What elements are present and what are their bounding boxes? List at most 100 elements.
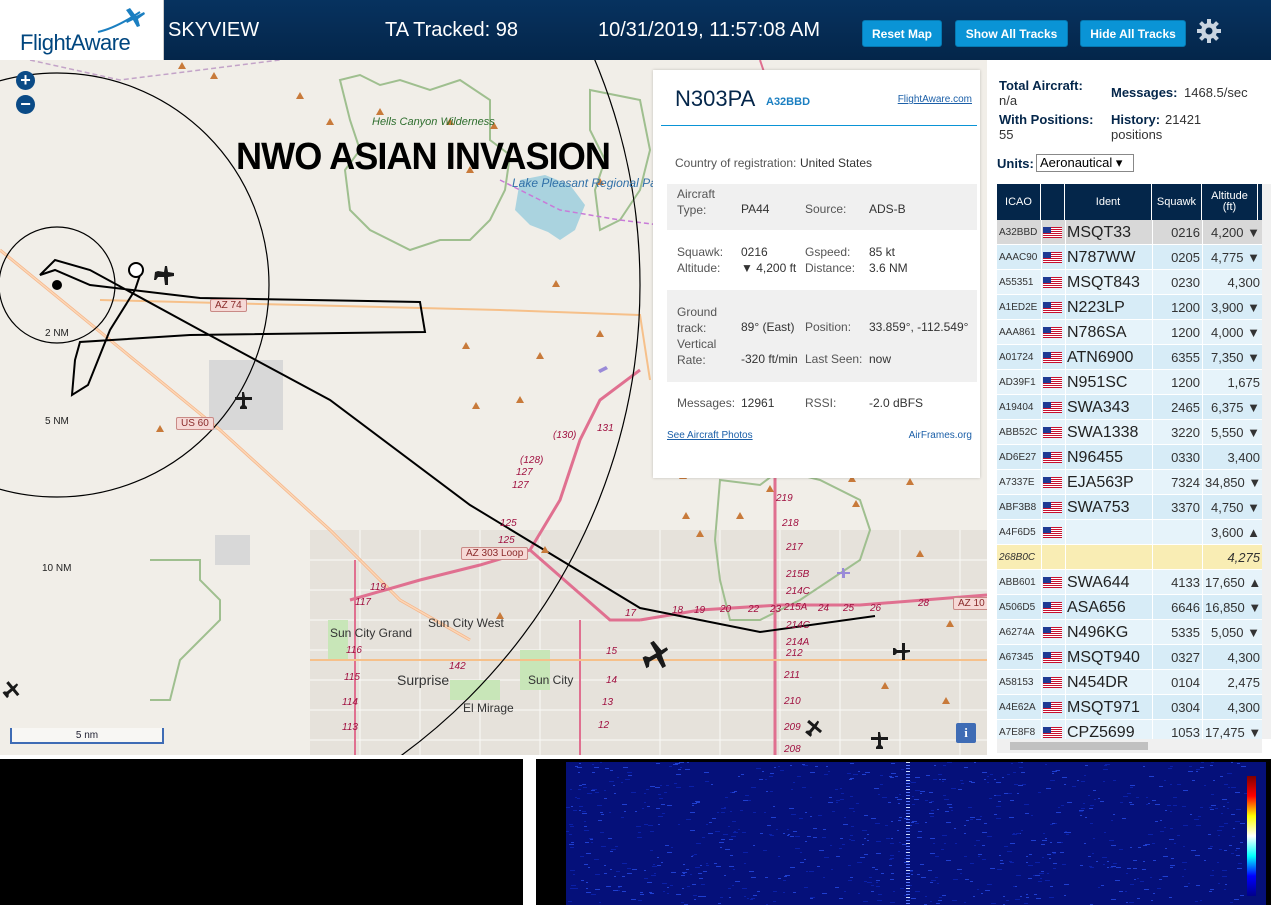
table-row[interactable]: AAAC90 N787WW 0205 4,775 ▼ xyxy=(997,245,1262,270)
reset-map-button[interactable]: Reset Map xyxy=(862,20,942,47)
zoom-out-button[interactable]: − xyxy=(16,95,35,114)
waterfall-noise xyxy=(745,795,749,796)
table-row[interactable]: A7337E EJA563P 7324 34,850 ▼ xyxy=(997,470,1262,495)
waterfall-noise xyxy=(996,818,1001,819)
map-info-button[interactable]: i xyxy=(956,723,976,743)
zoom-in-button[interactable]: + xyxy=(16,71,35,90)
row-altitude: 5,550 ▼ xyxy=(1210,425,1260,440)
show-all-tracks-button[interactable]: Show All Tracks xyxy=(955,20,1068,47)
waterfall-noise xyxy=(663,891,665,892)
waterfall-noise xyxy=(891,773,896,774)
row-altitude: 34,850 ▼ xyxy=(1205,475,1262,490)
col-flag[interactable] xyxy=(1041,184,1065,220)
waterfall-noise xyxy=(1149,776,1154,777)
waterfall-noise xyxy=(1103,769,1106,770)
table-row[interactable]: ABB601 SWA644 4133 17,650 ▲ xyxy=(997,570,1262,595)
table-row[interactable]: 268B0C 4,275 xyxy=(997,545,1262,570)
waterfall-noise xyxy=(744,896,746,897)
col-icao[interactable]: ICAO xyxy=(997,184,1041,220)
waterfall-noise xyxy=(1157,888,1161,889)
table-row[interactable]: A6274A N496KG 5335 5,050 ▼ xyxy=(997,620,1262,645)
waterfall-noise xyxy=(829,797,832,798)
vertical-scrollbar[interactable] xyxy=(1262,184,1271,739)
waterfall-noise xyxy=(871,885,874,886)
waterfall-noise xyxy=(578,772,580,773)
waterfall-noise xyxy=(920,864,924,865)
table-row[interactable]: ABF3B8 SWA753 3370 4,750 ▼ xyxy=(997,495,1262,520)
road-number: 13 xyxy=(602,697,614,708)
col-ident[interactable]: Ident xyxy=(1065,184,1152,220)
us-flag-icon xyxy=(1043,352,1062,363)
flightaware-logo[interactable]: FlightAware xyxy=(0,0,164,60)
waterfall-noise xyxy=(800,862,804,863)
road-number: 214A xyxy=(786,637,810,648)
table-row[interactable]: A58153 N454DR 0104 2,475 xyxy=(997,670,1262,695)
waterfall-noise xyxy=(1143,861,1145,862)
waterfall-noise xyxy=(676,774,681,775)
table-row[interactable]: A32BBD MSQT33 0216 4,200 ▼ xyxy=(997,220,1262,245)
waterfall-noise xyxy=(1188,883,1190,884)
waterfall-noise xyxy=(915,823,919,824)
table-row[interactable]: A19404 SWA343 2465 6,375 ▼ xyxy=(997,395,1262,420)
hide-all-tracks-button[interactable]: Hide All Tracks xyxy=(1080,20,1186,47)
waterfall-noise xyxy=(984,779,986,780)
waterfall-noise xyxy=(783,833,785,834)
column-separator xyxy=(1152,220,1153,245)
table-row[interactable]: A1ED2E N223LP 1200 3,900 ▼ xyxy=(997,295,1262,320)
column-separator xyxy=(1202,720,1203,739)
row-altitude: 4,300 xyxy=(1227,650,1260,665)
waterfall-noise xyxy=(1211,762,1214,763)
map-view[interactable]: + − NWO ASIAN INVASION 2 NM 5 NM 10 NM H… xyxy=(0,60,987,755)
flightaware-link[interactable]: FlightAware.com xyxy=(898,94,972,105)
row-altitude: 3,400 xyxy=(1227,450,1260,465)
table-row[interactable]: A55351 MSQT843 0230 4,300 xyxy=(997,270,1262,295)
table-row[interactable]: AAA861 N786SA 1200 4,000 ▼ xyxy=(997,320,1262,345)
waterfall-noise xyxy=(609,781,614,782)
messages-value: 12961 xyxy=(741,396,775,410)
table-row[interactable]: A7E8F8 CPZ5699 1053 17,475 ▼ xyxy=(997,720,1262,739)
waterfall-noise xyxy=(805,812,807,813)
table-row[interactable]: A506D5 ASA656 6646 16,850 ▼ xyxy=(997,595,1262,620)
waterfall-noise xyxy=(942,779,946,780)
waterfall-signal xyxy=(906,888,910,889)
table-row[interactable]: AD6E27 N96455 0330 3,400 xyxy=(997,445,1262,470)
table-row[interactable]: A4E62A MSQT971 0304 4,300 xyxy=(997,695,1262,720)
column-separator xyxy=(1202,620,1203,645)
aircraft-photos-link[interactable]: See Aircraft Photos xyxy=(667,430,753,441)
horizontal-scrollbar[interactable] xyxy=(997,739,1262,753)
waterfall-noise xyxy=(1164,827,1166,828)
table-row[interactable]: AD39F1 N951SC 1200 1,675 xyxy=(997,370,1262,395)
waterfall-noise xyxy=(773,901,776,902)
scrollbar-thumb[interactable] xyxy=(1010,742,1148,750)
waterfall-noise xyxy=(862,830,867,831)
table-row[interactable]: A01724 ATN6900 6355 7,350 ▼ xyxy=(997,345,1262,370)
waterfall-noise xyxy=(1215,808,1218,809)
waterfall-noise xyxy=(1174,843,1176,844)
waterfall-noise xyxy=(947,804,952,805)
col-squawk[interactable]: Squawk xyxy=(1152,184,1202,220)
waterfall-noise xyxy=(1096,861,1098,862)
messages-label: Messages: xyxy=(677,396,736,410)
road-number: 26 xyxy=(870,603,882,614)
waterfall-noise xyxy=(733,836,736,837)
col-altitude[interactable]: Altitude (ft) xyxy=(1202,184,1258,220)
row-altitude: 4,000 ▼ xyxy=(1210,325,1260,340)
waterfall-noise xyxy=(1090,805,1094,806)
table-row[interactable]: A67345 MSQT940 0327 4,300 xyxy=(997,645,1262,670)
waterfall-noise xyxy=(849,779,852,780)
waterfall-noise xyxy=(876,882,878,883)
waterfall-noise xyxy=(1014,784,1018,785)
waterfall-noise xyxy=(882,797,887,798)
waterfall-signal xyxy=(906,807,910,808)
airframes-link[interactable]: AirFrames.org xyxy=(909,430,972,441)
waterfall-noise xyxy=(665,845,669,846)
units-select[interactable]: Aeronautical ▾ xyxy=(1036,154,1134,172)
waterfall-noise xyxy=(1031,815,1033,816)
column-separator xyxy=(1152,595,1153,620)
table-row[interactable]: A4F6D5 3,600 ▲ xyxy=(997,520,1262,545)
waterfall-noise xyxy=(1052,852,1056,853)
gear-icon[interactable] xyxy=(1196,18,1222,44)
table-row[interactable]: ABB52C SWA1338 3220 5,550 ▼ xyxy=(997,420,1262,445)
waterfall-noise xyxy=(1218,883,1220,884)
waterfall-noise xyxy=(1224,823,1228,824)
